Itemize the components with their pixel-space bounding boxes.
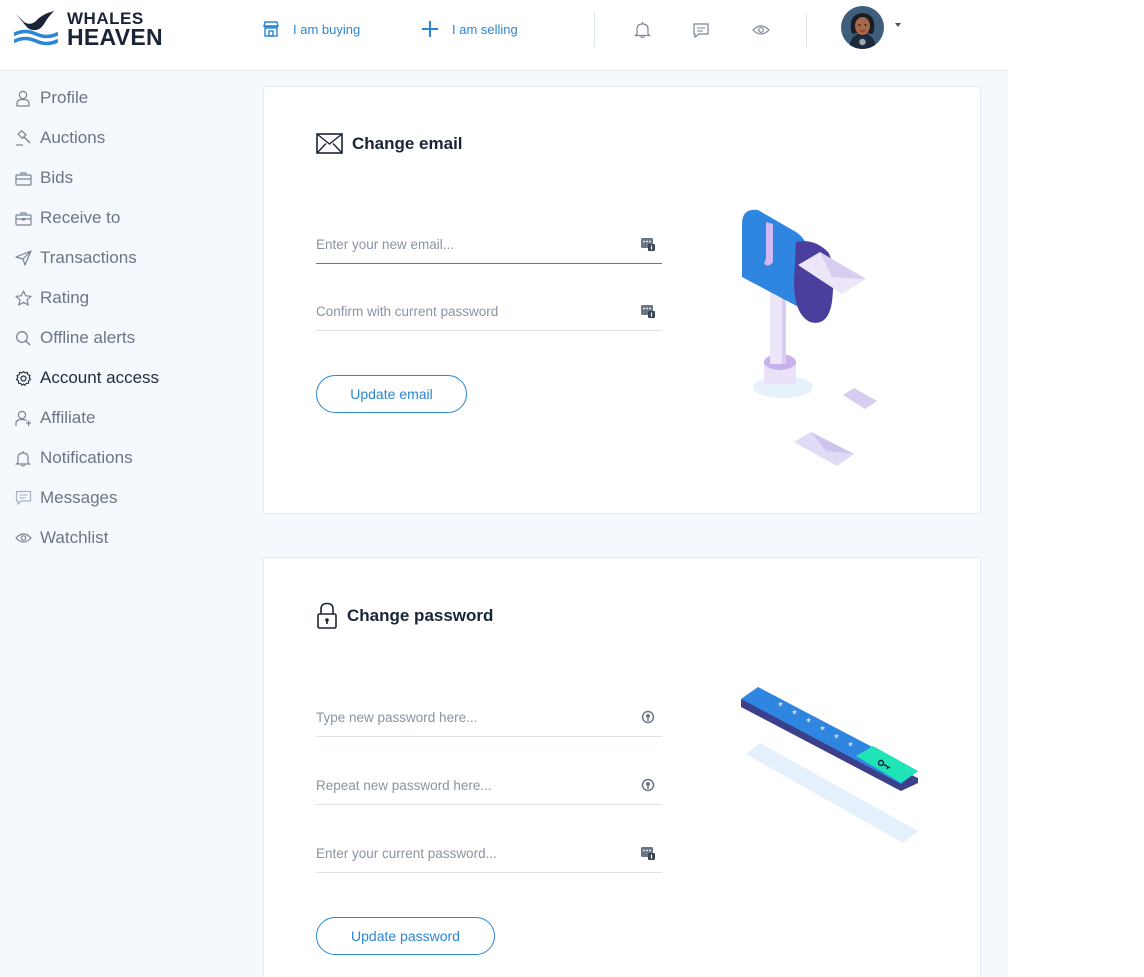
briefcase-icon (14, 169, 32, 187)
confirm-password-input[interactable] (316, 291, 626, 329)
change-email-card: Change email Update email (263, 86, 981, 514)
change-password-title: Change password (347, 605, 494, 625)
eye-icon[interactable] (751, 20, 771, 40)
password-bar-illustration: * * * * * * (741, 687, 918, 843)
keypad-icon[interactable] (640, 303, 656, 319)
svg-text:*: * (834, 733, 839, 744)
padlock-icon (317, 602, 337, 629)
sidebar-item-label: Auctions (40, 128, 106, 147)
eye-icon (14, 529, 32, 547)
user-avatar[interactable] (841, 6, 884, 49)
sidebar-item-account-access[interactable]: Account access (14, 367, 159, 389)
sidebar-item-label: Transactions (40, 248, 137, 267)
brand-line-2: HEAVEN (67, 24, 163, 50)
sidebar-item-label: Profile (40, 88, 89, 107)
change-password-card: Change password Update password * * * * … (263, 557, 981, 977)
svg-text:*: * (848, 741, 853, 752)
brand-name: WHALES HEAVEN (67, 9, 163, 50)
repeat-password-field[interactable] (316, 765, 662, 805)
repeat-password-input[interactable] (316, 765, 626, 803)
brand-logo[interactable]: WHALES HEAVEN (14, 8, 163, 50)
change-email-heading: Change email (316, 133, 463, 154)
sidebar-item-label: Messages (40, 488, 118, 507)
sidebar-item-label: Rating (40, 288, 90, 307)
keypad-icon[interactable] (640, 845, 656, 861)
star-icon (14, 289, 32, 307)
update-email-button[interactable]: Update email (316, 375, 467, 413)
nav-i-am-selling-label: I am selling (452, 21, 518, 37)
gear-icon (14, 369, 32, 387)
update-password-button[interactable]: Update password (316, 917, 495, 955)
sidebar-item-notifications[interactable]: Notifications (14, 447, 133, 469)
password-generate-icon[interactable] (640, 777, 656, 793)
chat-icon (14, 489, 32, 507)
sidebar-item-label: Notifications (40, 448, 133, 467)
gavel-icon (14, 129, 32, 147)
sidebar: Profile Auctions Bids Receive to Transac… (0, 71, 263, 977)
header-divider (594, 13, 595, 47)
sidebar-item-receive-to[interactable]: Receive to (14, 207, 120, 229)
sidebar-item-label: Bids (40, 168, 74, 187)
svg-text:*: * (806, 717, 811, 728)
sidebar-item-profile[interactable]: Profile (14, 87, 88, 109)
sidebar-item-label: Affiliate (40, 408, 96, 427)
nav-i-am-buying[interactable]: I am buying (262, 20, 360, 38)
user-icon (14, 89, 32, 107)
sidebar-item-affiliate[interactable]: Affiliate (14, 407, 95, 429)
new-password-field[interactable] (316, 697, 662, 737)
paper-plane-icon (14, 249, 32, 267)
wallet-icon (14, 209, 32, 227)
header-divider (806, 13, 807, 47)
nav-i-am-buying-label: I am buying (293, 21, 361, 37)
password-generate-icon[interactable] (640, 709, 656, 725)
sidebar-item-messages[interactable]: Messages (14, 487, 117, 509)
plus-icon (422, 21, 438, 37)
svg-text:*: * (778, 701, 783, 712)
change-password-heading: Change password (316, 602, 493, 629)
new-email-field[interactable] (316, 224, 662, 264)
bell-icon (14, 449, 32, 467)
new-password-input[interactable] (316, 697, 626, 735)
svg-text:*: * (792, 709, 797, 720)
current-password-field[interactable] (316, 833, 662, 873)
store-icon (263, 21, 279, 37)
sidebar-item-label: Watchlist (40, 528, 109, 547)
sidebar-item-auctions[interactable]: Auctions (14, 127, 105, 149)
new-email-input[interactable] (316, 224, 626, 262)
change-email-title: Change email (352, 133, 463, 153)
sidebar-item-rating[interactable]: Rating (14, 287, 89, 309)
chat-icon[interactable] (691, 20, 711, 40)
mailbox-illustration (742, 209, 877, 466)
sidebar-item-label: Account access (40, 368, 160, 387)
whale-logo-icon (14, 11, 58, 46)
account-menu-caret[interactable] (895, 23, 901, 27)
svg-text:*: * (820, 725, 825, 736)
sidebar-item-transactions[interactable]: Transactions (14, 247, 137, 269)
nav-i-am-selling[interactable]: I am selling (421, 20, 518, 38)
sidebar-item-label: Receive to (40, 208, 121, 227)
user-plus-icon (14, 409, 32, 427)
bell-icon[interactable] (632, 20, 652, 40)
sidebar-item-bids[interactable]: Bids (14, 167, 73, 189)
magnifier-icon (14, 329, 32, 347)
current-password-input[interactable] (316, 833, 626, 871)
top-header: WHALES HEAVEN I am buying I am selling (0, 0, 1008, 71)
sidebar-item-label: Offline alerts (40, 328, 136, 347)
confirm-password-field[interactable] (316, 291, 662, 331)
envelope-icon (316, 133, 343, 154)
keypad-icon[interactable] (640, 236, 656, 252)
sidebar-item-offline-alerts[interactable]: Offline alerts (14, 327, 135, 349)
sidebar-item-watchlist[interactable]: Watchlist (14, 527, 108, 549)
